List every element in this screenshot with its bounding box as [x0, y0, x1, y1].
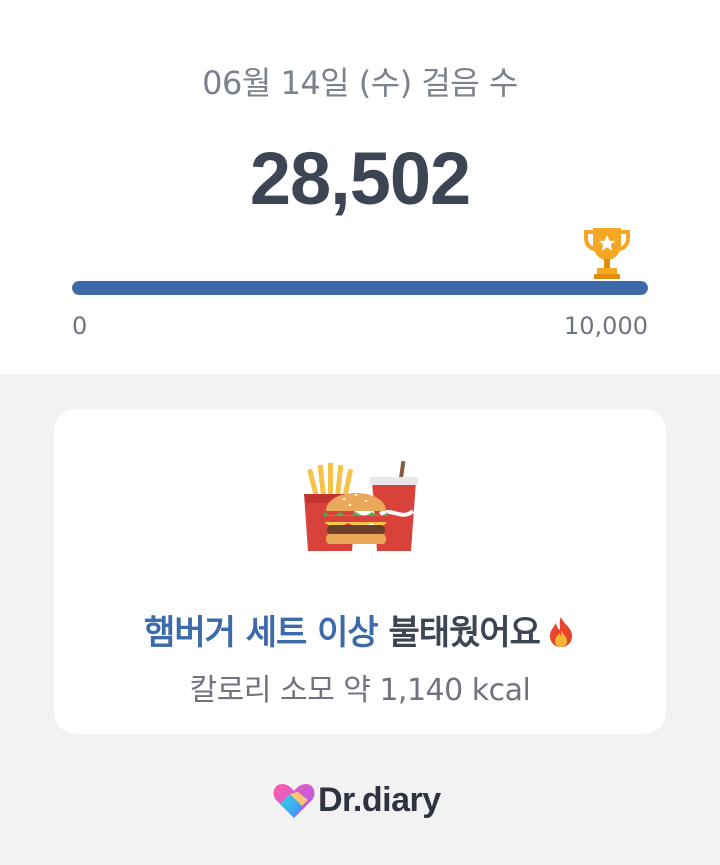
steps-summary-panel: 06월 14일 (수) 걸음 수 28,502 0 10,000	[0, 0, 720, 374]
calorie-headline: 햄버거 세트 이상 불태웠어요	[54, 605, 666, 654]
step-count: 28,502	[249, 137, 471, 220]
heart-logo-icon	[273, 784, 315, 818]
hamburger-set-icon	[304, 460, 418, 551]
progress-min-label: 0	[72, 312, 88, 340]
progress-fill	[72, 281, 648, 295]
progress-track	[72, 281, 648, 295]
date-steps-label: 06월 14일 (수) 걸음 수	[202, 64, 518, 102]
headline-rest: 불태웠어요	[377, 613, 541, 653]
brand-name: Dr.diary	[318, 780, 441, 819]
brand-footer: Dr.diary	[272, 779, 441, 821]
trophy-icon	[584, 228, 630, 279]
headline-highlight: 햄버거 세트 이상	[144, 613, 379, 653]
fire-icon	[549, 617, 572, 647]
progress-max-label: 10,000	[564, 312, 648, 340]
calorie-card: 햄버거 세트 이상 불태웠어요 칼로리 소모 약 1,140 kcal	[54, 409, 666, 734]
calorie-burn-text: 칼로리 소모 약 1,140 kcal	[189, 673, 531, 708]
